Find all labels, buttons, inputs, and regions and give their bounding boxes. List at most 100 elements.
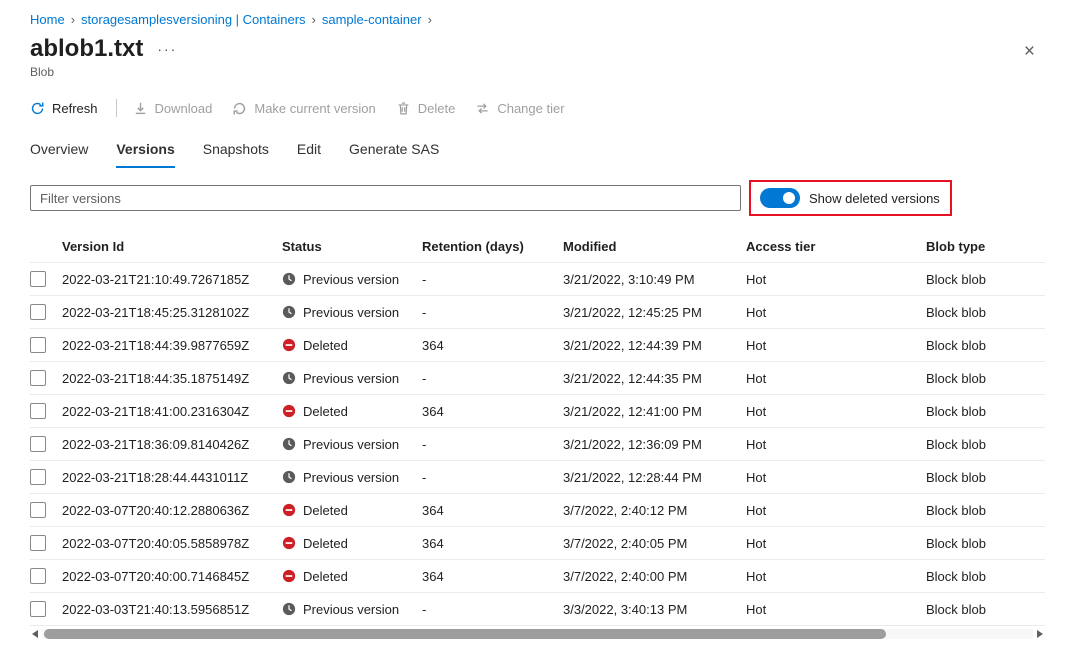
scroll-right-icon[interactable]	[1033, 629, 1045, 639]
status-cell: Previous version	[282, 371, 422, 386]
breadcrumb: Home › storagesamplesversioning | Contai…	[30, 12, 1045, 27]
table-row[interactable]: 2022-03-21T18:36:09.8140426Z Previous ve…	[30, 428, 1045, 461]
make-current-version-button[interactable]: Make current version	[232, 101, 375, 116]
status-cell: Previous version	[282, 305, 422, 320]
refresh-button[interactable]: Refresh	[30, 101, 98, 116]
table-row[interactable]: 2022-03-21T18:28:44.4431011Z Previous ve…	[30, 461, 1045, 494]
breadcrumb-storage-account-containers[interactable]: storagesamplesversioning | Containers	[81, 12, 306, 27]
table-row[interactable]: 2022-03-21T18:44:39.9877659Z Deleted 364…	[30, 329, 1045, 362]
access-tier-cell: Hot	[746, 371, 926, 386]
version-id-cell: 2022-03-07T20:40:05.5858978Z	[62, 536, 282, 551]
table-row[interactable]: 2022-03-07T20:40:05.5858978Z Deleted 364…	[30, 527, 1045, 560]
table-row[interactable]: 2022-03-21T21:10:49.7267185Z Previous ve…	[30, 263, 1045, 296]
modified-cell: 3/21/2022, 12:41:00 PM	[563, 404, 746, 419]
change-tier-icon	[475, 101, 490, 116]
status-text: Previous version	[303, 371, 399, 386]
status-cell: Deleted	[282, 536, 422, 551]
access-tier-cell: Hot	[746, 470, 926, 485]
access-tier-cell: Hot	[746, 437, 926, 452]
column-header-retention[interactable]: Retention (days)	[422, 239, 563, 254]
close-icon[interactable]: ×	[1018, 40, 1041, 63]
version-id-cell: 2022-03-03T21:40:13.5956851Z	[62, 602, 282, 617]
column-header-blob-type[interactable]: Blob type	[926, 239, 1045, 254]
row-checkbox[interactable]	[30, 337, 46, 353]
blob-type-cell: Block blob	[926, 437, 1045, 452]
status-text: Previous version	[303, 470, 399, 485]
retention-cell: 364	[422, 569, 563, 584]
column-header-version-id[interactable]: Version Id	[62, 239, 282, 254]
download-button[interactable]: Download	[133, 101, 213, 116]
change-tier-button[interactable]: Change tier	[475, 101, 564, 116]
tab-overview[interactable]: Overview	[30, 141, 88, 168]
version-id-cell: 2022-03-21T18:44:35.1875149Z	[62, 371, 282, 386]
column-header-access-tier[interactable]: Access tier	[746, 239, 926, 254]
breadcrumb-sample-container[interactable]: sample-container	[322, 12, 422, 27]
row-checkbox[interactable]	[30, 436, 46, 452]
previous-version-icon	[282, 371, 296, 385]
status-cell: Previous version	[282, 602, 422, 617]
table-row[interactable]: 2022-03-07T20:40:12.2880636Z Deleted 364…	[30, 494, 1045, 527]
scrollbar-track[interactable]	[42, 629, 1033, 639]
version-id-cell: 2022-03-07T20:40:00.7146845Z	[62, 569, 282, 584]
column-header-modified[interactable]: Modified	[563, 239, 746, 254]
modified-cell: 3/7/2022, 2:40:00 PM	[563, 569, 746, 584]
scroll-left-icon[interactable]	[30, 629, 42, 639]
table-row[interactable]: 2022-03-21T18:45:25.3128102Z Previous ve…	[30, 296, 1045, 329]
table-row[interactable]: 2022-03-03T21:40:13.5956851Z Previous ve…	[30, 593, 1045, 626]
version-id-cell: 2022-03-21T18:41:00.2316304Z	[62, 404, 282, 419]
retention-cell: 364	[422, 338, 563, 353]
show-deleted-versions-label: Show deleted versions	[809, 191, 940, 206]
row-checkbox[interactable]	[30, 403, 46, 419]
breadcrumb-separator: ›	[312, 12, 316, 27]
table-row[interactable]: 2022-03-21T18:44:35.1875149Z Previous ve…	[30, 362, 1045, 395]
filter-versions-input[interactable]	[30, 185, 741, 211]
refresh-icon	[30, 101, 45, 116]
version-id-cell: 2022-03-21T18:28:44.4431011Z	[62, 470, 282, 485]
deleted-icon	[282, 404, 296, 418]
title-row: ablob1.txt ···	[30, 36, 1045, 62]
status-cell: Deleted	[282, 569, 422, 584]
page-title: ablob1.txt	[30, 36, 143, 62]
versions-table: Version Id Status Retention (days) Modif…	[30, 230, 1045, 626]
tab-edit[interactable]: Edit	[297, 141, 321, 168]
filter-row: Show deleted versions	[30, 180, 1045, 216]
modified-cell: 3/7/2022, 2:40:12 PM	[563, 503, 746, 518]
show-deleted-versions-toggle[interactable]	[760, 188, 800, 208]
access-tier-cell: Hot	[746, 404, 926, 419]
table-row[interactable]: 2022-03-07T20:40:00.7146845Z Deleted 364…	[30, 560, 1045, 593]
breadcrumb-home[interactable]: Home	[30, 12, 65, 27]
row-checkbox[interactable]	[30, 304, 46, 320]
deleted-icon	[282, 569, 296, 583]
more-options-icon[interactable]: ···	[157, 41, 177, 57]
delete-icon	[396, 101, 411, 116]
row-checkbox[interactable]	[30, 568, 46, 584]
column-header-status[interactable]: Status	[282, 239, 422, 254]
row-checkbox[interactable]	[30, 502, 46, 518]
refresh-label: Refresh	[52, 101, 98, 116]
delete-button[interactable]: Delete	[396, 101, 456, 116]
tab-snapshots[interactable]: Snapshots	[203, 141, 269, 168]
version-id-cell: 2022-03-21T18:36:09.8140426Z	[62, 437, 282, 452]
scrollbar-thumb[interactable]	[44, 629, 886, 639]
download-icon	[133, 101, 148, 116]
show-deleted-versions-highlight: Show deleted versions	[749, 180, 952, 216]
tab-versions[interactable]: Versions	[116, 141, 174, 168]
deleted-icon	[282, 338, 296, 352]
row-checkbox[interactable]	[30, 370, 46, 386]
blob-type-cell: Block blob	[926, 305, 1045, 320]
row-checkbox-cell	[30, 403, 62, 420]
table-row[interactable]: 2022-03-21T18:41:00.2316304Z Deleted 364…	[30, 395, 1045, 428]
row-checkbox[interactable]	[30, 601, 46, 617]
access-tier-cell: Hot	[746, 503, 926, 518]
tab-generate-sas[interactable]: Generate SAS	[349, 141, 439, 168]
horizontal-scrollbar[interactable]	[30, 627, 1045, 641]
toggle-knob	[783, 192, 795, 204]
row-checkbox[interactable]	[30, 535, 46, 551]
retention-cell: -	[422, 602, 563, 617]
row-checkbox[interactable]	[30, 469, 46, 485]
row-checkbox-cell	[30, 271, 62, 288]
status-cell: Deleted	[282, 503, 422, 518]
row-checkbox[interactable]	[30, 271, 46, 287]
status-cell: Deleted	[282, 404, 422, 419]
modified-cell: 3/21/2022, 3:10:49 PM	[563, 272, 746, 287]
